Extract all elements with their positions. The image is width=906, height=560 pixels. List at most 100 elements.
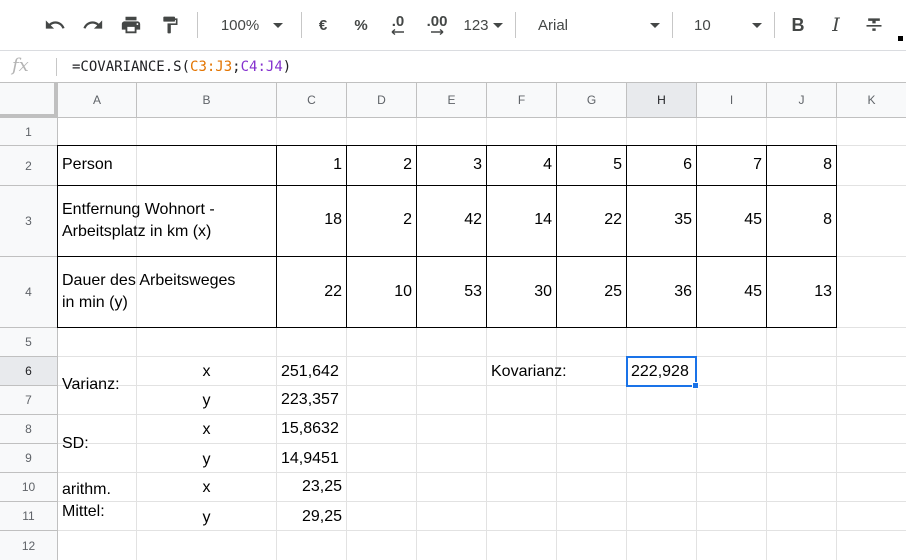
row-header-4[interactable]: 4 xyxy=(0,257,58,328)
strikethrough-button[interactable] xyxy=(860,0,888,50)
row-header-5[interactable]: 5 xyxy=(0,328,58,357)
active-cell-selection[interactable] xyxy=(626,356,697,387)
cell-i2[interactable]: 7 xyxy=(697,156,766,174)
cell-a4-line2[interactable]: in min (y) xyxy=(62,294,272,312)
column-header-i[interactable]: I xyxy=(697,83,767,118)
cell-b6[interactable]: x xyxy=(137,363,276,381)
gridline xyxy=(58,414,906,415)
italic-button[interactable]: I xyxy=(822,0,850,50)
row-header-7[interactable]: 7 xyxy=(0,386,58,415)
cell-f6-kovarianz[interactable]: Kovarianz: xyxy=(491,363,621,381)
formula-input[interactable]: =COVARIANCE.S(C3:J3;C4:J4) xyxy=(72,59,291,75)
cell-a4-line1[interactable]: Dauer des Arbeitsweges xyxy=(62,272,272,290)
cell-e4[interactable]: 53 xyxy=(417,283,486,301)
redo-button[interactable] xyxy=(78,0,108,50)
row-header-6[interactable]: 6 xyxy=(0,357,58,386)
increase-decimal-button[interactable]: .00 xyxy=(420,0,454,50)
paint-format-button[interactable] xyxy=(155,0,185,50)
cell-a2[interactable]: Person xyxy=(62,156,272,174)
cell-a10-arithm[interactable]: arithm. xyxy=(62,481,136,499)
currency-format-button[interactable]: € xyxy=(310,0,336,50)
cell-h2[interactable]: 6 xyxy=(627,156,696,174)
print-button[interactable] xyxy=(116,0,146,50)
cell-d2[interactable]: 2 xyxy=(347,156,416,174)
column-header-c[interactable]: C xyxy=(277,83,347,118)
cell-g2[interactable]: 5 xyxy=(557,156,626,174)
cell-b9[interactable]: y xyxy=(137,451,276,469)
overflow-dot xyxy=(898,36,903,41)
cell-c4[interactable]: 22 xyxy=(277,283,346,301)
fill-handle[interactable] xyxy=(692,382,699,389)
cell-g3[interactable]: 22 xyxy=(557,211,626,229)
cell-b8[interactable]: x xyxy=(137,421,276,439)
column-header-j[interactable]: J xyxy=(767,83,837,118)
formula-range-1: C3:J3 xyxy=(190,59,233,75)
cell-b11[interactable]: y xyxy=(137,509,276,527)
cell-b7[interactable]: y xyxy=(137,392,276,410)
cell-h4[interactable]: 36 xyxy=(627,283,696,301)
row-header-12[interactable]: 12 xyxy=(0,531,58,560)
column-header-k[interactable]: K xyxy=(837,83,906,118)
decrease-decimal-button[interactable]: .0 xyxy=(382,0,414,50)
percent-format-button[interactable]: % xyxy=(348,0,374,50)
row-header-10[interactable]: 10 xyxy=(0,473,58,502)
cell-e3[interactable]: 42 xyxy=(417,211,486,229)
cell-i3[interactable]: 45 xyxy=(697,211,766,229)
cell-c7[interactable]: 223,357 xyxy=(281,391,345,409)
cell-j4[interactable]: 13 xyxy=(767,283,836,301)
cell-e2[interactable]: 3 xyxy=(417,156,486,174)
cell-a8-sd[interactable]: SD: xyxy=(62,435,136,453)
bold-button[interactable]: B xyxy=(784,0,812,50)
row-header-8[interactable]: 8 xyxy=(0,415,58,444)
column-header-d[interactable]: D xyxy=(347,83,417,118)
cell-c9[interactable]: 14,9451 xyxy=(281,450,345,468)
formula-divider xyxy=(56,58,57,76)
cell-a11-mittel[interactable]: Mittel: xyxy=(62,503,136,521)
cell-j3[interactable]: 8 xyxy=(767,211,836,229)
cell-a3-line2[interactable]: Arbeitsplatz in km (x) xyxy=(62,223,272,241)
row-header-1[interactable]: 1 xyxy=(0,118,58,146)
cell-g4[interactable]: 25 xyxy=(557,283,626,301)
formula-suffix: ) xyxy=(282,59,292,75)
cell-a3-line1[interactable]: Entfernung Wohnort - xyxy=(62,201,272,219)
row-header-2[interactable]: 2 xyxy=(0,146,58,186)
cell-f3[interactable]: 14 xyxy=(487,211,556,229)
cell-c8[interactable]: 15,8632 xyxy=(281,420,345,438)
cell-c2[interactable]: 1 xyxy=(277,156,346,174)
table-border xyxy=(57,185,836,186)
cell-j2[interactable]: 8 xyxy=(767,156,836,174)
cell-c11[interactable]: 29,25 xyxy=(277,508,346,526)
cell-f4[interactable]: 30 xyxy=(487,283,556,301)
column-header-h[interactable]: H xyxy=(627,83,697,118)
cell-c10[interactable]: 23,25 xyxy=(277,478,346,496)
cell-a6-varianz[interactable]: Varianz: xyxy=(62,376,136,394)
cell-c3[interactable]: 18 xyxy=(277,211,346,229)
undo-icon xyxy=(45,20,65,29)
cell-d3[interactable]: 2 xyxy=(347,211,416,229)
paint-format-icon xyxy=(163,16,178,34)
column-header-g[interactable]: G xyxy=(557,83,627,118)
cell-f2[interactable]: 4 xyxy=(487,156,556,174)
cell-i4[interactable]: 45 xyxy=(697,283,766,301)
undo-button[interactable] xyxy=(40,0,70,50)
select-all-corner[interactable] xyxy=(0,83,58,118)
zoom-select[interactable]: 100% xyxy=(210,0,294,50)
cell-c6[interactable]: 251,642 xyxy=(281,363,345,381)
toolbar-divider xyxy=(774,12,775,38)
column-header-f[interactable]: F xyxy=(487,83,557,118)
formula-bar: fx =COVARIANCE.S(C3:J3;C4:J4) xyxy=(0,50,906,83)
row-header-9[interactable]: 9 xyxy=(0,444,58,473)
row-header-3[interactable]: 3 xyxy=(0,186,58,257)
font-family-select[interactable]: Arial xyxy=(530,0,664,50)
column-header-e[interactable]: E xyxy=(417,83,487,118)
row-header-11[interactable]: 11 xyxy=(0,502,58,531)
more-formats-button[interactable]: 123 xyxy=(459,0,507,50)
cell-h3[interactable]: 35 xyxy=(627,211,696,229)
zoom-value: 100% xyxy=(220,16,260,34)
cell-b10[interactable]: x xyxy=(137,479,276,497)
cell-d4[interactable]: 10 xyxy=(347,283,416,301)
column-header-a[interactable]: A xyxy=(58,83,137,118)
more-formats-label: 123 xyxy=(463,16,489,34)
column-header-b[interactable]: B xyxy=(137,83,277,118)
font-size-select[interactable]: 10 xyxy=(684,0,766,50)
